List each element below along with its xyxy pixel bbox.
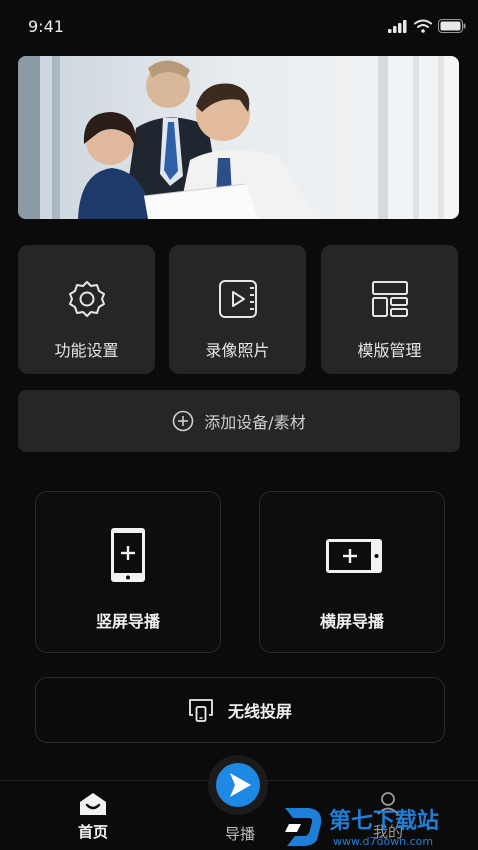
tile-function-settings[interactable]: 功能设置 bbox=[18, 245, 155, 374]
signal-icon bbox=[388, 19, 407, 33]
watermark-url: www.d7down.com bbox=[333, 835, 433, 848]
broadcast-play-button[interactable] bbox=[208, 755, 268, 815]
video-icon bbox=[218, 280, 257, 318]
tile-recordings-photos[interactable]: 录像照片 bbox=[169, 245, 306, 374]
portrait-broadcast-label: 竖屏导播 bbox=[95, 612, 160, 631]
add-device-label: 添加设备/素材 bbox=[204, 413, 306, 432]
tab-home[interactable]: 首页 bbox=[33, 781, 153, 850]
tile-label: 功能设置 bbox=[54, 341, 119, 360]
landscape-broadcast-card[interactable]: 横屏导播 bbox=[259, 491, 445, 653]
gear-icon bbox=[68, 281, 105, 317]
tile-template-management[interactable]: 模版管理 bbox=[321, 245, 458, 374]
home-icon bbox=[80, 793, 106, 815]
watermark-logo: 第七下载站 www.d7down.com bbox=[283, 802, 473, 848]
banner-image[interactable] bbox=[18, 56, 459, 219]
landscape-broadcast-label: 横屏导播 bbox=[319, 612, 384, 631]
plus-circle-icon bbox=[172, 410, 194, 432]
watermark-brand: 第七下载站 bbox=[329, 808, 439, 834]
template-icon bbox=[371, 281, 408, 317]
add-device-button[interactable]: 添加设备/素材 bbox=[18, 390, 460, 452]
wifi-icon bbox=[414, 19, 432, 33]
wireless-cast-button[interactable]: 无线投屏 bbox=[35, 677, 445, 743]
status-time: 9:41 bbox=[28, 17, 64, 36]
play-icon bbox=[216, 763, 260, 807]
portrait-broadcast-card[interactable]: 竖屏导播 bbox=[35, 491, 221, 653]
cast-icon bbox=[189, 699, 213, 722]
tab-broadcast-label: 导播 bbox=[224, 825, 255, 843]
tile-label: 模版管理 bbox=[357, 341, 422, 360]
phone-landscape-icon bbox=[326, 539, 382, 573]
status-bar: 9:41 bbox=[0, 0, 478, 52]
phone-portrait-icon bbox=[111, 528, 145, 582]
battery-icon bbox=[438, 19, 466, 33]
wireless-cast-label: 无线投屏 bbox=[227, 702, 292, 721]
status-icons bbox=[388, 19, 466, 33]
tab-home-label: 首页 bbox=[77, 823, 108, 841]
tile-label: 录像照片 bbox=[205, 341, 270, 360]
